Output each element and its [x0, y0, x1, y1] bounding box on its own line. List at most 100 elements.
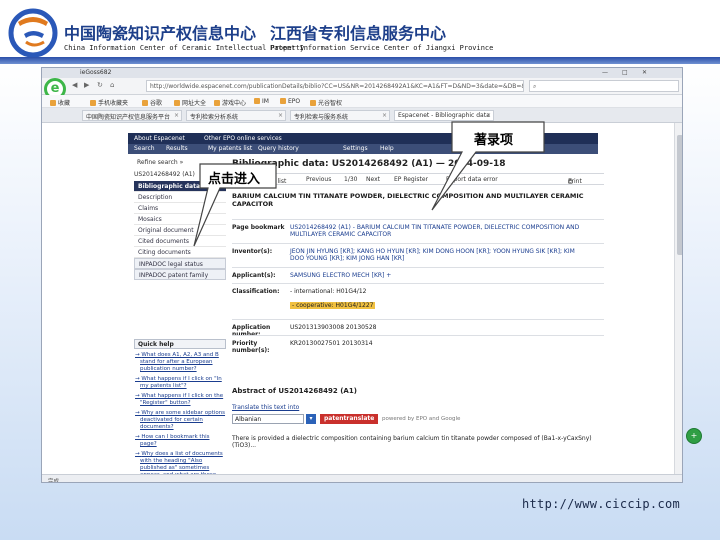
page-tabs: 中国陶瓷知识产权信息服务平台 × 专利检索分析系统 × 专利检索与服务系统 × Esp… — [42, 108, 682, 123]
divider — [232, 335, 604, 336]
menu-results[interactable]: Results — [166, 145, 188, 152]
home-icon[interactable]: ⌂ — [110, 81, 114, 89]
minimize-icon[interactable]: — — [602, 69, 608, 76]
language-dropdown-button[interactable]: ▾ — [306, 414, 316, 424]
menu-query-history[interactable]: Query history — [258, 145, 299, 152]
sidebar-item-patent-family[interactable]: INPADOC patent family — [134, 269, 226, 280]
folder-icon — [310, 100, 316, 106]
bookmark-link[interactable]: US2014268492 (A1) - BARIUM CALCIUM TIN T… — [290, 224, 590, 238]
cpc-highlight[interactable]: - cooperative: H01G4/1227 — [290, 302, 376, 309]
url-input[interactable]: http://worldwide.espacenet.com/publicati… — [146, 80, 524, 92]
divider — [232, 283, 604, 284]
field-application-number: Application number: US201313903008 20130… — [232, 324, 377, 338]
quick-help-link[interactable]: → What does A1, A2, A3 and B stand for a… — [134, 352, 226, 373]
bookmark-item[interactable]: EPO — [280, 98, 300, 105]
back-icon[interactable]: ◀ — [72, 81, 77, 89]
status-text: 完成 — [48, 479, 60, 483]
quick-help-title: Quick help — [134, 339, 226, 349]
sidebar-item-legal-status[interactable]: INPADOC legal status — [134, 258, 226, 269]
close-tab-icon[interactable]: × — [174, 112, 179, 119]
sidebar-item-citing[interactable]: Citing documents — [134, 247, 226, 258]
previous-button[interactable]: Previous — [306, 176, 331, 183]
inventor-links[interactable]: JEON JIN HYUNG [KR]; KANG HO HYUN [KR]; … — [290, 248, 590, 262]
quick-help-link[interactable]: → How can I bookmark this page? — [134, 434, 226, 448]
folder-icon — [174, 100, 180, 106]
field-priority-number: Priority number(s): KR20130027501 201303… — [232, 340, 373, 354]
scrollbar-thumb[interactable] — [677, 135, 682, 255]
subtitle-left: China Information Center of Ceramic Inte… — [64, 44, 305, 52]
browser-window: ieGoss682 — □ ✕ e ◀ ▶ ↻ ⌂ http://worldwi… — [41, 67, 683, 483]
slide-header: 中国陶瓷知识产权信息中心 江西省专利信息服务中心 China Informati… — [0, 0, 720, 65]
maximize-icon[interactable]: □ — [622, 69, 628, 76]
sidebar-item-original[interactable]: Original document — [134, 225, 226, 236]
close-tab-icon[interactable]: × — [382, 112, 387, 119]
close-tab-icon[interactable]: × — [486, 112, 491, 119]
window-title: ieGoss682 — [80, 69, 112, 76]
folder-icon — [280, 98, 286, 104]
footer-url: http://www.ciccip.com — [522, 497, 681, 511]
espacenet-menu: Search Results My patents list Query his… — [128, 144, 598, 154]
patenttranslate-button[interactable]: patentranslate — [320, 414, 379, 424]
page-tab[interactable]: 中国陶瓷知识产权信息服务平台 × — [82, 110, 182, 121]
search-icon: ⌕ — [533, 83, 537, 90]
address-bar: e ◀ ▶ ↻ ⌂ http://worldwide.espacenet.com… — [42, 78, 682, 100]
refresh-icon[interactable]: ↻ — [97, 81, 103, 89]
ep-register-button[interactable]: EP Register — [394, 176, 428, 183]
patenttranslate-note: powered by EPO and Google — [382, 416, 461, 422]
translate-label: Translate this text into — [232, 404, 300, 411]
float-widget-icon[interactable]: + — [686, 428, 702, 444]
espacenet-topnav: About Espacenet Other EPO online service… — [128, 133, 598, 144]
applicant-link[interactable]: SAMSUNG ELECTRO MECH [KR] + — [290, 272, 590, 279]
bookmark-item[interactable]: 游戏中心 — [214, 98, 246, 107]
search-input[interactable]: ⌕ — [529, 80, 679, 92]
divider — [232, 219, 604, 220]
vertical-scrollbar[interactable] — [674, 123, 682, 474]
menu-my-patents[interactable]: My patents list — [208, 145, 252, 152]
quick-help-link[interactable]: → Why are some sidebar options deactivat… — [134, 410, 226, 431]
game-icon — [214, 100, 220, 106]
forward-icon[interactable]: ▶ — [84, 81, 89, 89]
page-tab[interactable]: 专利检索分析系统 × — [186, 110, 286, 121]
close-icon[interactable]: ✕ — [642, 69, 647, 76]
bookmark-item[interactable]: 谷歌 — [142, 98, 162, 107]
topnav-other-services[interactable]: Other EPO online services — [204, 135, 282, 142]
callout-bib-text: 著录项 — [474, 133, 514, 148]
close-tab-icon[interactable]: × — [278, 112, 283, 119]
page-tab[interactable]: 专利检索与服务系统 × — [290, 110, 390, 121]
topnav-about[interactable]: About Espacenet — [134, 135, 185, 142]
menu-help[interactable]: Help — [380, 145, 394, 152]
ciccip-logo — [8, 8, 58, 58]
menu-search[interactable]: Search — [134, 145, 155, 152]
folder-icon — [254, 98, 260, 104]
page-title: Bibliographic data: US2014268492 (A1) — … — [232, 159, 506, 169]
bookmark-item[interactable]: 收藏 — [50, 98, 70, 107]
callout-entry-text: 点击进入 — [208, 172, 261, 187]
bookmark-item[interactable]: 光谷智权 — [310, 98, 342, 107]
page-content: About Espacenet Other EPO online service… — [42, 123, 682, 482]
refine-search-link[interactable]: Refine search » — [137, 159, 183, 166]
folder-icon — [90, 100, 96, 106]
sidebar-item-cited[interactable]: Cited documents — [134, 236, 226, 247]
menu-settings[interactable]: Settings — [343, 145, 368, 152]
title-bar: ieGoss682 — □ ✕ — [42, 68, 682, 78]
sidebar-item-claims[interactable]: Claims — [134, 203, 226, 214]
bookmark-item[interactable]: 网址大全 — [174, 98, 206, 107]
quick-help-link[interactable]: → What happens if I click on "In my pate… — [134, 376, 226, 390]
divider — [232, 243, 604, 244]
divider — [232, 267, 604, 268]
bookmark-item[interactable]: 手机收藏夹 — [90, 98, 128, 107]
language-select[interactable]: Albanian — [232, 414, 304, 424]
bookmark-item[interactable]: IM — [254, 98, 269, 105]
title-right: 江西省专利信息服务中心 — [270, 24, 447, 43]
sidebar-item-mosaics[interactable]: Mosaics — [134, 214, 226, 225]
next-button[interactable]: Next — [366, 176, 380, 183]
sidebar-item-description[interactable]: Description — [134, 192, 226, 203]
status-bar: 完成 — [42, 474, 682, 483]
quick-help-link[interactable]: → What happens if I click on the "Regist… — [134, 393, 226, 407]
slide-title: 中国陶瓷知识产权信息中心 江西省专利信息服务中心 — [64, 20, 446, 44]
field-bookmark: Page bookmark US2014268492 (A1) - BARIUM… — [232, 224, 604, 240]
page-tab-active[interactable]: Espacenet - Bibliographic data × — [394, 110, 494, 121]
report-error-button[interactable]: Report data error — [446, 176, 498, 183]
abstract-text: There is provided a dielectric compositi… — [232, 435, 592, 449]
field-inventor: Inventor(s): JEON JIN HYUNG [KR]; KANG H… — [232, 248, 604, 264]
